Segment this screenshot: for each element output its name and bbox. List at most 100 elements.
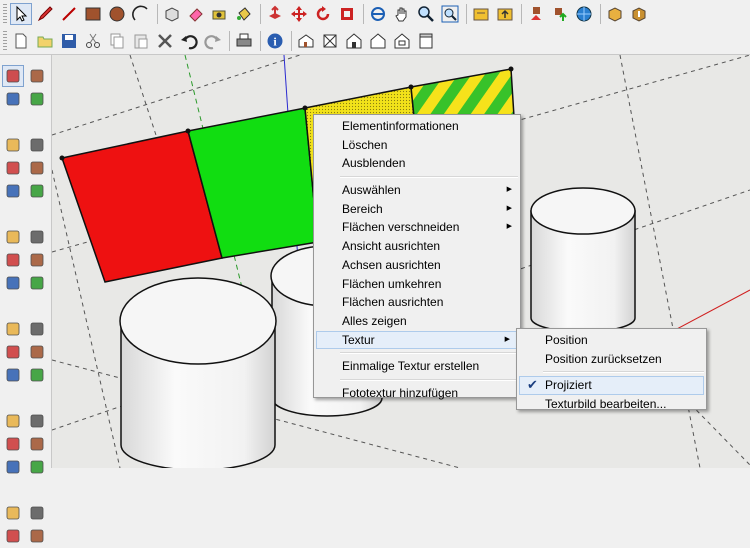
submenu-item-edit-texture-image[interactable]: Texturbild bearbeiten... xyxy=(517,395,706,414)
undo-icon[interactable] xyxy=(178,30,200,52)
scale-icon[interactable] xyxy=(2,272,24,294)
submenu-item-position[interactable]: Position xyxy=(517,331,706,350)
share-component-icon[interactable] xyxy=(549,3,571,25)
zoom-icon[interactable] xyxy=(2,433,24,455)
protractor-icon[interactable] xyxy=(2,341,24,363)
zoom-extents-icon[interactable] xyxy=(26,456,48,478)
model-info-icon[interactable]: i xyxy=(264,30,286,52)
menu-item-select[interactable]: Auswählen ▶ xyxy=(314,181,520,200)
back-view-icon[interactable] xyxy=(391,30,413,52)
menu-item-delete[interactable]: Löschen xyxy=(314,136,520,155)
submenu-item-reset-position[interactable]: Position zurücksetzen xyxy=(517,350,706,369)
zoom-icon[interactable] xyxy=(415,3,437,25)
menu-item-area[interactable]: Bereich ▶ xyxy=(314,200,520,219)
orbit-icon[interactable] xyxy=(2,410,24,432)
offset-icon[interactable] xyxy=(336,3,358,25)
menu-item-texture[interactable]: Textur ▶ xyxy=(316,330,518,350)
submenu-item-projected[interactable]: ✔ Projiziert xyxy=(519,376,704,396)
tape-measure-icon[interactable] xyxy=(2,318,24,340)
dimension-icon[interactable] xyxy=(26,318,48,340)
axes-icon[interactable] xyxy=(2,364,24,386)
menu-item-align-axes[interactable]: Achsen ausrichten xyxy=(314,256,520,275)
rotate-icon[interactable] xyxy=(312,3,334,25)
arc-icon[interactable] xyxy=(26,157,48,179)
look-around-icon[interactable] xyxy=(26,502,48,524)
3d-text-icon[interactable] xyxy=(26,364,48,386)
toolbar-gap xyxy=(2,387,49,392)
left-view-icon[interactable] xyxy=(415,30,437,52)
redo-icon[interactable] xyxy=(202,30,224,52)
push-pull-icon[interactable] xyxy=(264,3,286,25)
select-icon[interactable] xyxy=(2,65,24,87)
top-view-icon[interactable] xyxy=(319,30,341,52)
iso-view-icon[interactable] xyxy=(295,30,317,52)
menu-item-entity-info[interactable]: Elementinformationen xyxy=(314,117,520,136)
right-view-icon[interactable] xyxy=(367,30,389,52)
text-icon[interactable] xyxy=(26,341,48,363)
paint-bucket-icon[interactable] xyxy=(233,3,255,25)
get-models-icon[interactable] xyxy=(470,3,492,25)
pencil-icon[interactable] xyxy=(34,3,56,25)
make-component-icon[interactable] xyxy=(161,3,183,25)
menu-item-align-view[interactable]: Ansicht ausrichten xyxy=(314,237,520,256)
move-icon[interactable] xyxy=(288,3,310,25)
select-icon[interactable] xyxy=(10,3,32,25)
pan-icon[interactable] xyxy=(26,410,48,432)
import-icon[interactable] xyxy=(604,3,626,25)
print-icon[interactable] xyxy=(233,30,255,52)
offset-icon[interactable] xyxy=(26,272,48,294)
walk-icon[interactable] xyxy=(2,525,24,547)
move-icon[interactable] xyxy=(2,226,24,248)
eraser-icon[interactable] xyxy=(185,3,207,25)
make-component-icon[interactable] xyxy=(26,65,48,87)
menu-item-hide[interactable]: Ausblenden xyxy=(314,154,520,173)
export-icon[interactable] xyxy=(628,3,650,25)
menu-item-reverse-faces[interactable]: Flächen umkehren xyxy=(314,275,520,294)
rectangle-icon[interactable] xyxy=(82,3,104,25)
menu-separator xyxy=(340,176,518,179)
paint-bucket-icon[interactable] xyxy=(2,88,24,110)
open-icon[interactable] xyxy=(34,30,56,52)
push-pull-icon[interactable] xyxy=(26,226,48,248)
copy-icon[interactable] xyxy=(106,30,128,52)
polygon-icon[interactable] xyxy=(2,180,24,202)
components-icon[interactable] xyxy=(525,3,547,25)
cut-icon[interactable] xyxy=(82,30,104,52)
toolbar-grip[interactable] xyxy=(3,31,7,51)
eraser-icon[interactable] xyxy=(26,88,48,110)
rotate-icon[interactable] xyxy=(2,249,24,271)
toolbar-separator xyxy=(600,4,601,24)
share-model-icon[interactable] xyxy=(494,3,516,25)
circle-icon[interactable] xyxy=(106,3,128,25)
tape-measure-icon[interactable] xyxy=(209,3,231,25)
previous-view-icon[interactable] xyxy=(2,456,24,478)
toolbar-separator xyxy=(229,31,230,51)
orbit-icon[interactable] xyxy=(367,3,389,25)
arc-icon[interactable] xyxy=(130,3,152,25)
menu-item-intersect-faces[interactable]: Flächen verschneiden ▶ xyxy=(314,218,520,237)
menu-item-orient-faces[interactable]: Flächen ausrichten xyxy=(314,293,520,312)
line-icon[interactable] xyxy=(58,3,80,25)
section-plane-icon[interactable] xyxy=(26,525,48,547)
circle-icon[interactable] xyxy=(2,157,24,179)
paste-icon[interactable] xyxy=(130,30,152,52)
new-icon[interactable] xyxy=(10,30,32,52)
line-icon[interactable] xyxy=(26,134,48,156)
pan-icon[interactable] xyxy=(391,3,413,25)
follow-me-icon[interactable] xyxy=(26,249,48,271)
menu-item-unhide-all[interactable]: Alles zeigen xyxy=(314,312,520,331)
menu-item-label: Projiziert xyxy=(545,378,592,393)
zoom-extents-icon[interactable] xyxy=(439,3,461,25)
toolbar-grip[interactable] xyxy=(3,4,7,24)
delete-icon[interactable] xyxy=(154,30,176,52)
menu-item-add-photo-texture[interactable]: Fototextur hinzufügen xyxy=(314,384,520,403)
menu-item-make-unique-texture[interactable]: Einmalige Textur erstellen xyxy=(314,357,520,376)
front-view-icon[interactable] xyxy=(343,30,365,52)
toolbar-separator xyxy=(157,4,158,24)
save-icon[interactable] xyxy=(58,30,80,52)
rectangle-icon[interactable] xyxy=(2,134,24,156)
warehouse-icon[interactable] xyxy=(573,3,595,25)
zoom-window-icon[interactable] xyxy=(26,433,48,455)
freehand-icon[interactable] xyxy=(26,180,48,202)
position-camera-icon[interactable] xyxy=(2,502,24,524)
